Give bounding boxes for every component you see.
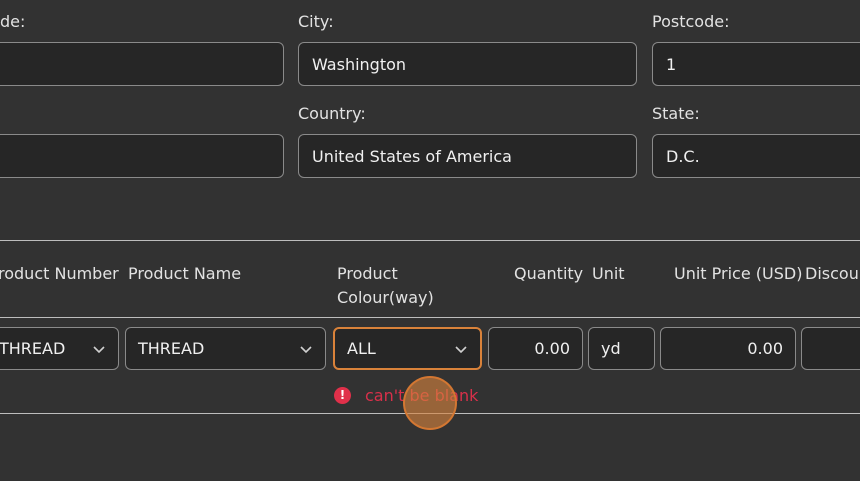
product-colour-select[interactable]: ALL [333,327,482,370]
header-product-number: roduct Number [0,264,119,283]
unit-price-value: 0.00 [747,339,783,358]
product-name-value: THREAD [138,339,205,358]
postcode-input[interactable]: 1 [652,42,860,86]
header-unit-price: Unit Price (USD) [674,264,803,283]
country-label: Country: [298,104,366,123]
chevron-down-icon [299,342,313,356]
city-input[interactable]: Washington [298,42,637,86]
city-label: City: [298,12,334,31]
state-value: D.C. [666,146,700,166]
state-input[interactable]: D.C. [652,134,860,178]
partial-field-label: de: [0,12,26,31]
header-product-colour-line1: Product [337,264,398,283]
product-number-value: THREAD [0,339,66,358]
discount-input[interactable] [801,327,860,370]
partial-field-input[interactable] [0,42,284,86]
table-header-divider [0,317,860,318]
product-colour-value: ALL [347,339,376,358]
chevron-down-icon [454,342,468,356]
unit-value: yd [601,339,621,358]
quantity-input[interactable]: 0.00 [488,327,583,370]
country-input[interactable]: United States of America [298,134,637,178]
city-value: Washington [312,54,407,74]
header-quantity: Quantity [514,264,584,283]
chevron-down-icon [92,342,106,356]
postcode-value: 1 [666,54,677,74]
quantity-value: 0.00 [534,339,570,358]
address-line-input[interactable] [0,134,284,178]
header-discount: Discoun [805,264,860,283]
order-form: de: City: Washington Postcode: 1 Country… [0,0,860,481]
product-number-select[interactable]: THREAD [0,327,119,370]
postcode-label: Postcode: [652,12,730,31]
header-product-colour-line2: Colour(way) [337,288,434,307]
unit-price-input[interactable]: 0.00 [660,327,796,370]
exclamation-circle-icon: ! [334,386,351,404]
country-value: United States of America [312,146,512,166]
click-indicator [403,376,457,430]
header-unit: Unit [592,264,625,283]
table-top-divider [0,240,860,241]
header-product-name: Product Name [128,264,242,283]
product-name-select[interactable]: THREAD [125,327,326,370]
state-label: State: [652,104,700,123]
unit-input[interactable]: yd [588,327,655,370]
